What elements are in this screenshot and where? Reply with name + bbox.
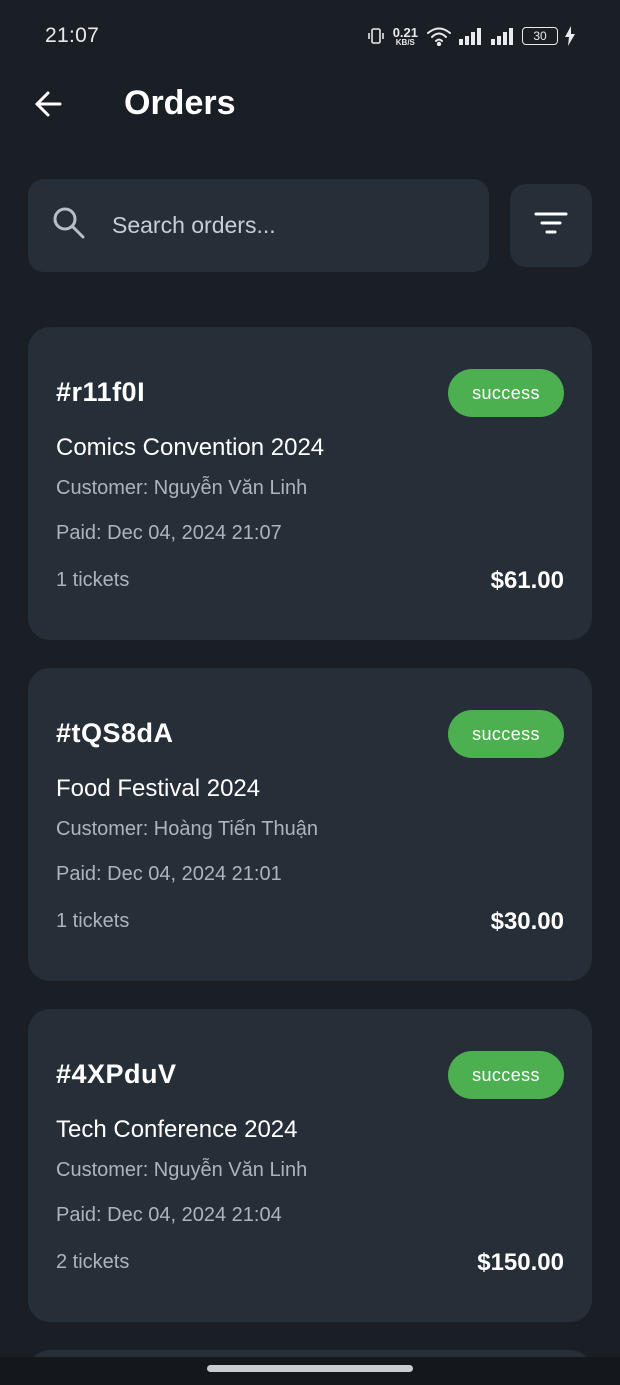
status-badge: success bbox=[448, 369, 564, 417]
gesture-handle[interactable] bbox=[207, 1365, 413, 1372]
status-time: 21:07 bbox=[45, 24, 100, 47]
order-id: #4XPduV bbox=[56, 1059, 177, 1089]
charging-icon bbox=[564, 26, 576, 46]
status-badge: success bbox=[448, 1051, 564, 1099]
order-amount: $61.00 bbox=[490, 567, 564, 594]
signal-icon bbox=[458, 27, 484, 45]
order-id: #tQS8dA bbox=[56, 718, 174, 748]
order-card[interactable]: #r11f0I success Comics Convention 2024 C… bbox=[28, 327, 592, 640]
customer-name: Customer: Nguyễn Văn Linh bbox=[56, 1159, 308, 1181]
status-icons: 0.21 KB/S 30 bbox=[367, 26, 576, 47]
page-title: Orders bbox=[124, 84, 236, 122]
net-speed: 0.21 KB/S bbox=[392, 24, 418, 47]
order-card[interactable]: #tQS8dA success Food Festival 2024 Custo… bbox=[28, 668, 592, 981]
vibrate-icon bbox=[367, 27, 385, 45]
order-id: #r11f0I bbox=[56, 377, 146, 407]
event-name: Comics Convention 2024 bbox=[56, 434, 325, 461]
arrow-left-icon bbox=[32, 88, 64, 125]
back-button[interactable] bbox=[28, 86, 68, 126]
battery-icon: 30 bbox=[522, 27, 558, 45]
wifi-icon bbox=[426, 26, 452, 46]
search-box[interactable] bbox=[28, 179, 489, 272]
app-bar: Orders bbox=[0, 72, 620, 136]
paid-date: Paid: Dec 04, 2024 21:04 bbox=[56, 1204, 282, 1226]
navigation-bar bbox=[0, 1357, 620, 1385]
orders-screen: 21:07 0.21 KB/S 30 Orders Search orders.… bbox=[0, 0, 620, 1385]
search-input[interactable] bbox=[112, 212, 432, 239]
signal-icon bbox=[490, 27, 516, 45]
filter-button[interactable] bbox=[510, 184, 592, 267]
order-amount: $150.00 bbox=[477, 1249, 564, 1276]
order-card[interactable]: #4XPduV success Tech Conference 2024 Cus… bbox=[28, 1009, 592, 1322]
paid-date: Paid: Dec 04, 2024 21:07 bbox=[56, 522, 282, 544]
ticket-count: 1 tickets bbox=[56, 910, 130, 932]
status-badge: success bbox=[448, 710, 564, 758]
event-name: Tech Conference 2024 bbox=[56, 1116, 298, 1143]
status-bar: 21:07 0.21 KB/S 30 bbox=[0, 0, 620, 72]
search-icon bbox=[52, 206, 86, 245]
customer-name: Customer: Hoàng Tiến Thuận bbox=[56, 818, 319, 840]
customer-name: Customer: Nguyễn Văn Linh bbox=[56, 477, 308, 499]
order-amount: $30.00 bbox=[490, 908, 564, 935]
ticket-count: 1 tickets bbox=[56, 569, 130, 591]
filter-icon bbox=[534, 210, 568, 241]
ticket-count: 2 tickets bbox=[56, 1251, 130, 1273]
event-name: Food Festival 2024 bbox=[56, 775, 261, 802]
paid-date: Paid: Dec 04, 2024 21:01 bbox=[56, 863, 282, 885]
